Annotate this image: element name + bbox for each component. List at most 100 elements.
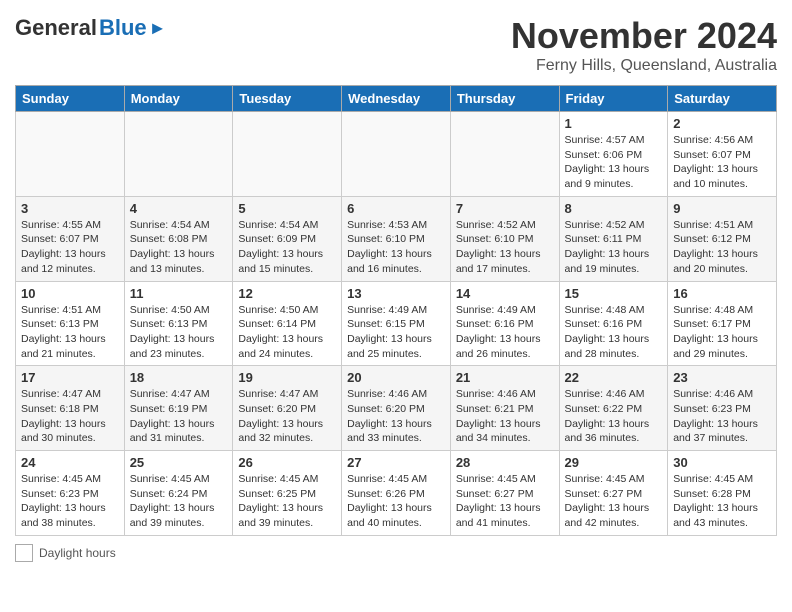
calendar-cell: 10Sunrise: 4:51 AM Sunset: 6:13 PM Dayli… — [16, 281, 125, 366]
day-number: 14 — [456, 286, 554, 301]
calendar-cell: 30 Sunrise: 4:45 AM Sunset: 6:28 PM Dayli… — [668, 451, 777, 536]
day-info: Sunrise: 4:54 AM Sunset: 6:09 PM Dayligh… — [238, 218, 336, 277]
calendar-cell: 15Sunrise: 4:48 AM Sunset: 6:16 PM Dayli… — [559, 281, 668, 366]
calendar-cell: 25Sunrise: 4:45 AM Sunset: 6:24 PM Dayli… — [124, 451, 233, 536]
calendar-cell: 12 Sunrise: 4:50 AM Sunset: 6:14 PM Dayli… — [233, 281, 342, 366]
day-info: Sunrise: 4:45 AM Sunset: 6:28 PM Dayligh… — [673, 472, 771, 531]
calendar-cell: 18Sunrise: 4:47 AM Sunset: 6:19 PM Dayli… — [124, 366, 233, 451]
calendar-cell: 5 Sunrise: 4:54 AM Sunset: 6:09 PM Daylig… — [233, 196, 342, 281]
day-number: 12 — [238, 286, 336, 301]
calendar-header-saturday: Saturday — [668, 86, 777, 112]
calendar-week-2: 10Sunrise: 4:51 AM Sunset: 6:13 PM Dayli… — [16, 281, 777, 366]
calendar-cell: 8Sunrise: 4:52 AM Sunset: 6:11 PM Daylig… — [559, 196, 668, 281]
day-info: Sunrise: 4:45 AM Sunset: 6:27 PM Dayligh… — [456, 472, 554, 531]
day-number: 4 — [130, 201, 228, 216]
calendar-cell: 14Sunrise: 4:49 AM Sunset: 6:16 PM Dayli… — [450, 281, 559, 366]
calendar-header-monday: Monday — [124, 86, 233, 112]
calendar-cell — [16, 112, 125, 197]
day-info: Sunrise: 4:51 AM Sunset: 6:12 PM Dayligh… — [673, 218, 771, 277]
calendar-cell: 26 Sunrise: 4:45 AM Sunset: 6:25 PM Dayli… — [233, 451, 342, 536]
day-number: 26 — [238, 455, 336, 470]
day-info: Sunrise: 4:48 AM Sunset: 6:17 PM Dayligh… — [673, 303, 771, 362]
day-info: Sunrise: 4:53 AM Sunset: 6:10 PM Dayligh… — [347, 218, 445, 277]
day-info: Sunrise: 4:54 AM Sunset: 6:08 PM Dayligh… — [130, 218, 228, 277]
calendar-cell: 11 Sunrise: 4:50 AM Sunset: 6:13 PM Dayli… — [124, 281, 233, 366]
day-number: 3 — [21, 201, 119, 216]
day-info: Sunrise: 4:46 AM Sunset: 6:21 PM Dayligh… — [456, 387, 554, 446]
day-info: Sunrise: 4:45 AM Sunset: 6:26 PM Dayligh… — [347, 472, 445, 531]
day-number: 27 — [347, 455, 445, 470]
calendar-cell: 23Sunrise: 4:46 AM Sunset: 6:23 PM Dayli… — [668, 366, 777, 451]
calendar-cell: 9Sunrise: 4:51 AM Sunset: 6:12 PM Daylig… — [668, 196, 777, 281]
calendar-cell: 19 Sunrise: 4:47 AM Sunset: 6:20 PM Dayli… — [233, 366, 342, 451]
calendar-cell: 3Sunrise: 4:55 AM Sunset: 6:07 PM Daylig… — [16, 196, 125, 281]
day-number: 15 — [565, 286, 663, 301]
day-number: 28 — [456, 455, 554, 470]
calendar-header-wednesday: Wednesday — [342, 86, 451, 112]
calendar-cell: 22 Sunrise: 4:46 AM Sunset: 6:22 PM Dayli… — [559, 366, 668, 451]
day-number: 19 — [238, 370, 336, 385]
calendar-cell: 1Sunrise: 4:57 AM Sunset: 6:06 PM Daylig… — [559, 112, 668, 197]
calendar-cell: 16Sunrise: 4:48 AM Sunset: 6:17 PM Dayli… — [668, 281, 777, 366]
calendar-cell: 7 Sunrise: 4:52 AM Sunset: 6:10 PM Daylig… — [450, 196, 559, 281]
calendar-cell: 24Sunrise: 4:45 AM Sunset: 6:23 PM Dayli… — [16, 451, 125, 536]
calendar-cell — [450, 112, 559, 197]
calendar-header-tuesday: Tuesday — [233, 86, 342, 112]
calendar-cell — [342, 112, 451, 197]
day-info: Sunrise: 4:52 AM Sunset: 6:10 PM Dayligh… — [456, 218, 554, 277]
day-info: Sunrise: 4:46 AM Sunset: 6:22 PM Dayligh… — [565, 387, 663, 446]
calendar-week-0: 1Sunrise: 4:57 AM Sunset: 6:06 PM Daylig… — [16, 112, 777, 197]
day-info: Sunrise: 4:47 AM Sunset: 6:20 PM Dayligh… — [238, 387, 336, 446]
day-info: Sunrise: 4:45 AM Sunset: 6:24 PM Dayligh… — [130, 472, 228, 531]
calendar-cell: 20Sunrise: 4:46 AM Sunset: 6:20 PM Dayli… — [342, 366, 451, 451]
calendar-cell — [124, 112, 233, 197]
day-number: 21 — [456, 370, 554, 385]
day-number: 5 — [238, 201, 336, 216]
header: General Blue ► November 2024 Ferny Hills… — [15, 15, 777, 75]
day-info: Sunrise: 4:47 AM Sunset: 6:19 PM Dayligh… — [130, 387, 228, 446]
day-info: Sunrise: 4:57 AM Sunset: 6:06 PM Dayligh… — [565, 133, 663, 192]
day-number: 20 — [347, 370, 445, 385]
day-number: 2 — [673, 116, 771, 131]
page: General Blue ► November 2024 Ferny Hills… — [0, 0, 792, 577]
calendar-week-3: 17 Sunrise: 4:47 AM Sunset: 6:18 PM Dayli… — [16, 366, 777, 451]
day-info: Sunrise: 4:56 AM Sunset: 6:07 PM Dayligh… — [673, 133, 771, 192]
day-number: 17 — [21, 370, 119, 385]
calendar-cell: 2 Sunrise: 4:56 AM Sunset: 6:07 PM Daylig… — [668, 112, 777, 197]
calendar-cell: 27 Sunrise: 4:45 AM Sunset: 6:26 PM Dayli… — [342, 451, 451, 536]
calendar-week-4: 24Sunrise: 4:45 AM Sunset: 6:23 PM Dayli… — [16, 451, 777, 536]
day-number: 11 — [130, 286, 228, 301]
day-info: Sunrise: 4:50 AM Sunset: 6:14 PM Dayligh… — [238, 303, 336, 362]
day-number: 6 — [347, 201, 445, 216]
calendar-cell: 28 Sunrise: 4:45 AM Sunset: 6:27 PM Dayli… — [450, 451, 559, 536]
day-number: 22 — [565, 370, 663, 385]
calendar-cell: 29Sunrise: 4:45 AM Sunset: 6:27 PM Dayli… — [559, 451, 668, 536]
day-number: 24 — [21, 455, 119, 470]
day-info: Sunrise: 4:47 AM Sunset: 6:18 PM Dayligh… — [21, 387, 119, 446]
day-info: Sunrise: 4:46 AM Sunset: 6:23 PM Dayligh… — [673, 387, 771, 446]
location: Ferny Hills, Queensland, Australia — [511, 57, 777, 75]
logo-general: General — [15, 15, 97, 41]
month-title: November 2024 — [511, 15, 777, 57]
day-info: Sunrise: 4:50 AM Sunset: 6:13 PM Dayligh… — [130, 303, 228, 362]
day-number: 29 — [565, 455, 663, 470]
calendar-header-row: SundayMondayTuesdayWednesdayThursdayFrid… — [16, 86, 777, 112]
calendar: SundayMondayTuesdayWednesdayThursdayFrid… — [15, 85, 777, 536]
calendar-cell — [233, 112, 342, 197]
title-section: November 2024 Ferny Hills, Queensland, A… — [511, 15, 777, 75]
calendar-cell: 13Sunrise: 4:49 AM Sunset: 6:15 PM Dayli… — [342, 281, 451, 366]
day-number: 13 — [347, 286, 445, 301]
calendar-cell: 21 Sunrise: 4:46 AM Sunset: 6:21 PM Dayli… — [450, 366, 559, 451]
footer-box — [15, 544, 33, 562]
logo-arrow-icon: ► — [149, 18, 167, 39]
calendar-week-1: 3Sunrise: 4:55 AM Sunset: 6:07 PM Daylig… — [16, 196, 777, 281]
footer-label: Daylight hours — [39, 546, 116, 560]
day-number: 30 — [673, 455, 771, 470]
calendar-cell: 4 Sunrise: 4:54 AM Sunset: 6:08 PM Daylig… — [124, 196, 233, 281]
day-number: 7 — [456, 201, 554, 216]
calendar-cell: 17 Sunrise: 4:47 AM Sunset: 6:18 PM Dayli… — [16, 366, 125, 451]
day-info: Sunrise: 4:45 AM Sunset: 6:25 PM Dayligh… — [238, 472, 336, 531]
day-number: 10 — [21, 286, 119, 301]
day-number: 8 — [565, 201, 663, 216]
calendar-header-thursday: Thursday — [450, 86, 559, 112]
